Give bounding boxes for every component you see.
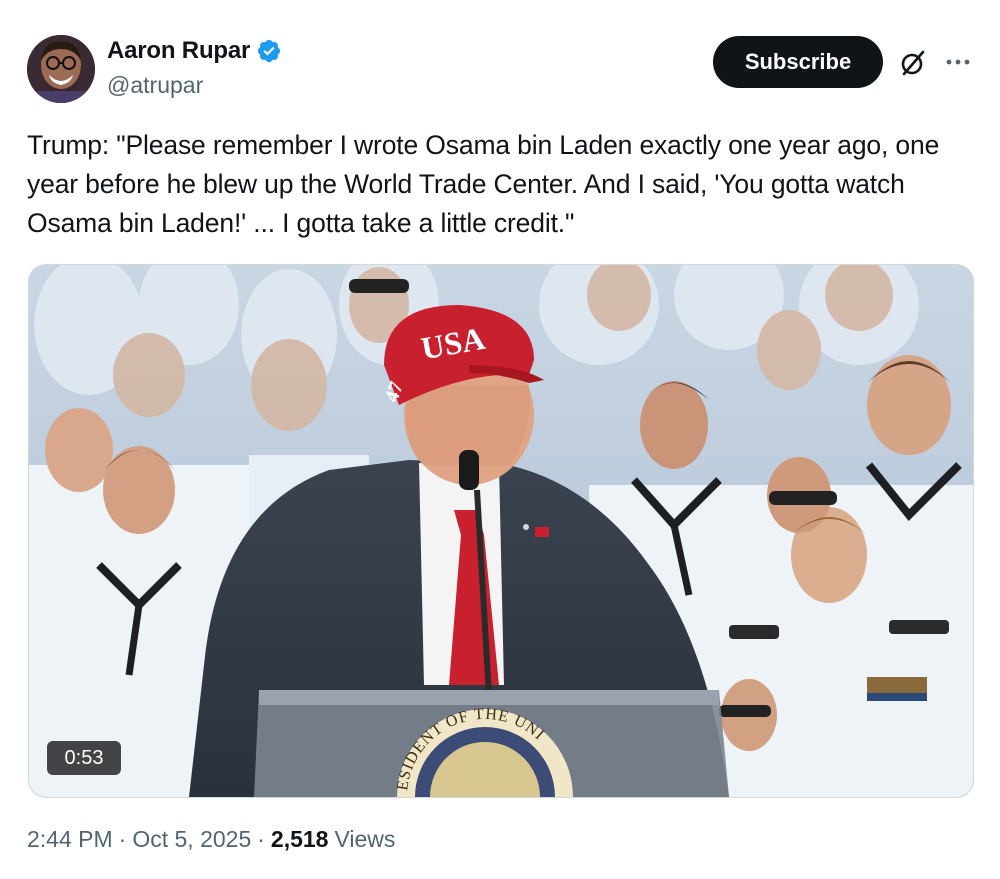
timestamp-time[interactable]: 2:44 PM — [27, 826, 113, 853]
verified-badge-icon — [256, 38, 282, 64]
timestamp-date[interactable]: Oct 5, 2025 — [132, 826, 251, 853]
video-player[interactable]: USA 47 ESIDENT OF THE UNI — [28, 264, 974, 798]
separator: · — [118, 826, 127, 852]
handle[interactable]: @atrupar — [107, 72, 203, 99]
views-count[interactable]: 2,518 — [271, 826, 329, 853]
display-name[interactable]: Aaron Rupar — [107, 37, 250, 65]
grok-icon[interactable] — [898, 48, 928, 78]
video-duration-badge: 0:53 — [47, 741, 121, 775]
more-options-icon[interactable] — [944, 52, 972, 72]
author-name-row[interactable]: Aaron Rupar — [107, 37, 282, 65]
tweet-meta: 2:44 PM · Oct 5, 2025 · 2,518 Views — [27, 826, 395, 853]
video-frame: USA 47 ESIDENT OF THE UNI — [29, 265, 973, 797]
avatar-image — [27, 35, 95, 103]
subscribe-button[interactable]: Subscribe — [713, 36, 883, 88]
separator: · — [257, 826, 265, 852]
avatar[interactable] — [27, 35, 95, 103]
tweet-text: Trump: "Please remember I wrote Osama bi… — [27, 130, 940, 238]
views-label[interactable]: Views — [334, 826, 395, 853]
